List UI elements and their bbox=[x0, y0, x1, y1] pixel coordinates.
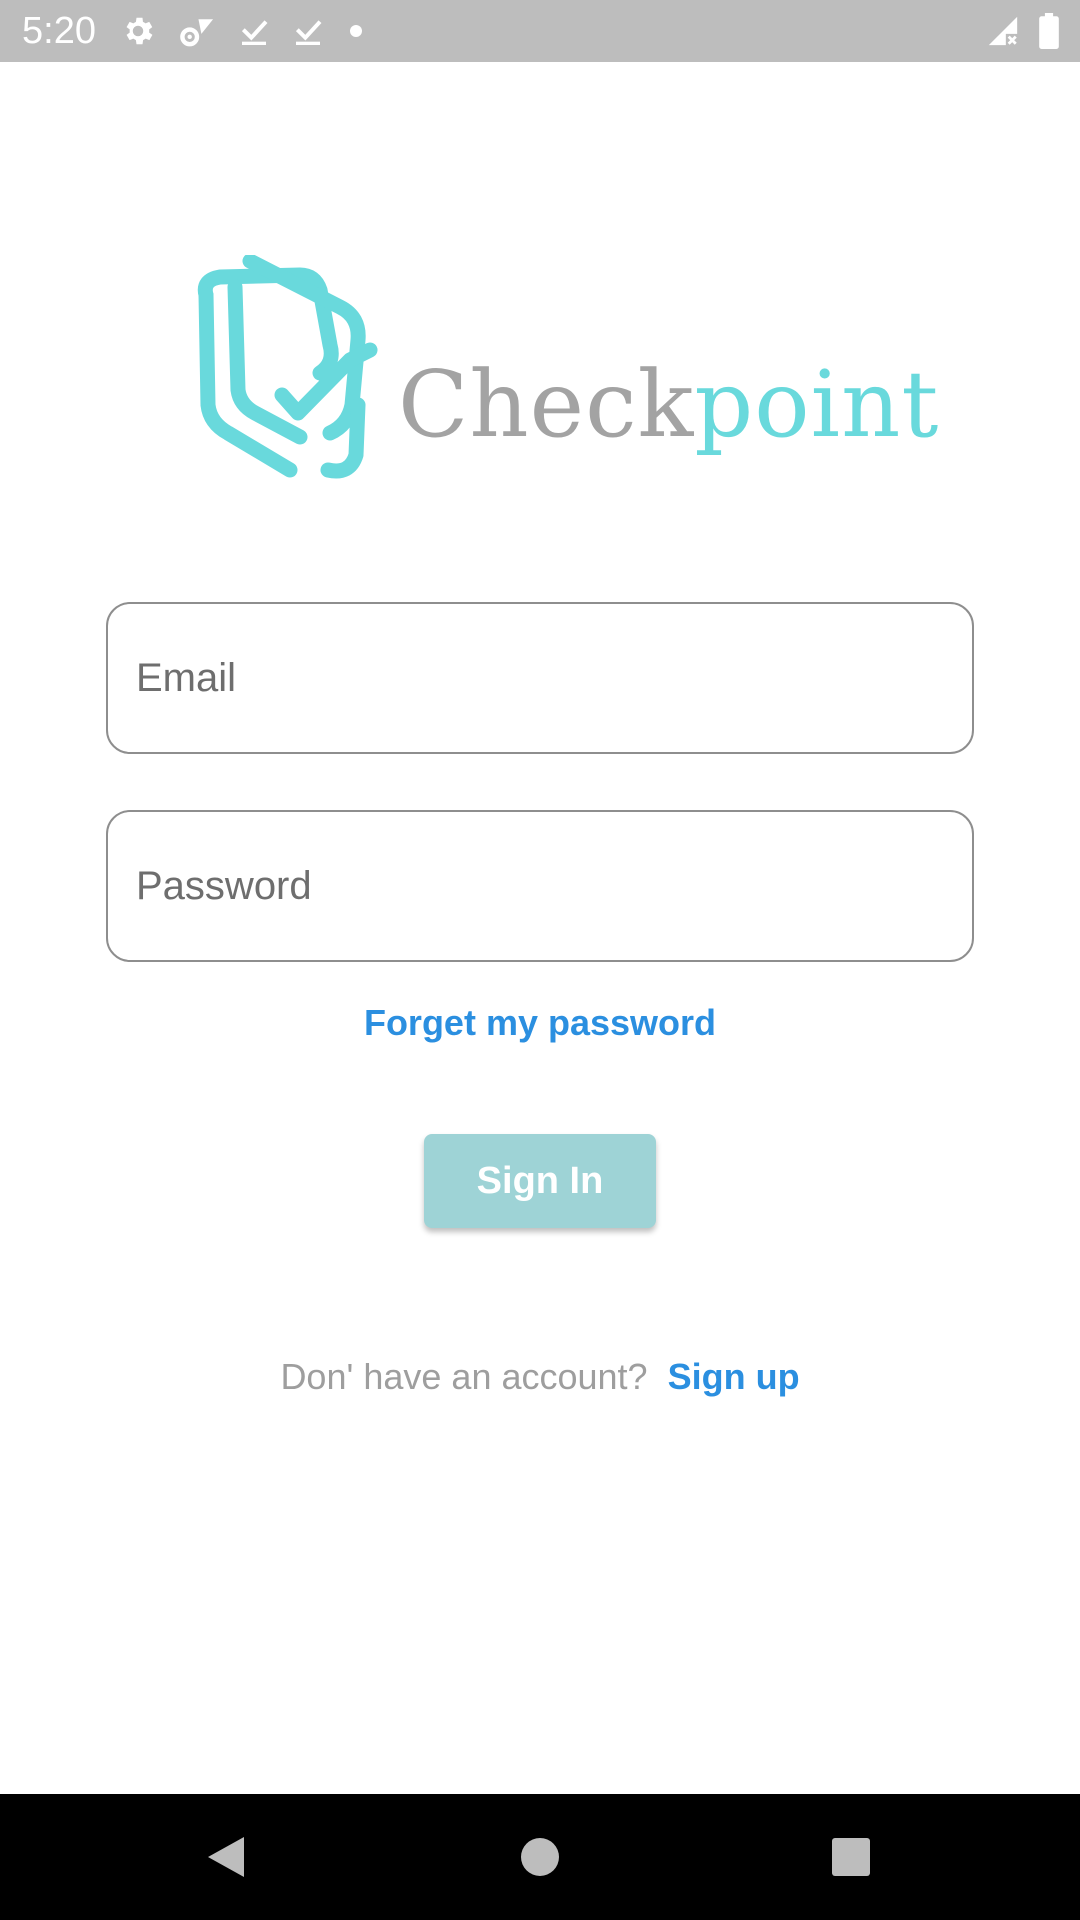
back-icon bbox=[208, 1837, 244, 1877]
checkpoint-logo: Checkpoint bbox=[190, 255, 938, 500]
battery-icon bbox=[1038, 13, 1060, 49]
settings-icon bbox=[120, 13, 156, 49]
logo-wordmark: Checkpoint bbox=[398, 355, 939, 455]
logo-word-point: point bbox=[694, 351, 940, 458]
forgot-password-link[interactable]: Forget my password bbox=[0, 1002, 1080, 1044]
email-input[interactable] bbox=[136, 604, 936, 752]
status-bar: 5:20 bbox=[0, 0, 1080, 62]
login-screen: 5:20 Checkpoint Email Forget my password… bbox=[0, 0, 1080, 1920]
logo-word-check: Check bbox=[398, 351, 695, 458]
recents-button[interactable] bbox=[818, 1824, 884, 1890]
back-button[interactable] bbox=[193, 1824, 259, 1890]
notification-icons bbox=[120, 12, 366, 50]
password-field[interactable] bbox=[106, 810, 974, 962]
recents-icon bbox=[832, 1838, 870, 1876]
status-time: 5:20 bbox=[22, 10, 96, 52]
no-signal-icon bbox=[986, 14, 1020, 48]
dot-icon bbox=[346, 21, 366, 41]
signup-prompt: Don' have an account? bbox=[280, 1356, 648, 1397]
home-icon bbox=[521, 1838, 559, 1876]
navigation-bar bbox=[0, 1794, 1080, 1920]
signup-row: Don' have an account? Sign up bbox=[0, 1356, 1080, 1398]
signal-settings-icon bbox=[178, 13, 216, 49]
password-input[interactable] bbox=[136, 812, 936, 960]
checkpoint-logo-mark bbox=[197, 255, 378, 479]
home-button[interactable] bbox=[507, 1824, 573, 1890]
email-field[interactable] bbox=[106, 602, 974, 754]
download-done-icon bbox=[238, 14, 270, 48]
download-done-icon bbox=[292, 14, 324, 48]
sign-in-button[interactable]: Sign In bbox=[424, 1134, 656, 1228]
system-icons bbox=[986, 10, 1060, 52]
sign-up-link[interactable]: Sign up bbox=[668, 1356, 800, 1397]
